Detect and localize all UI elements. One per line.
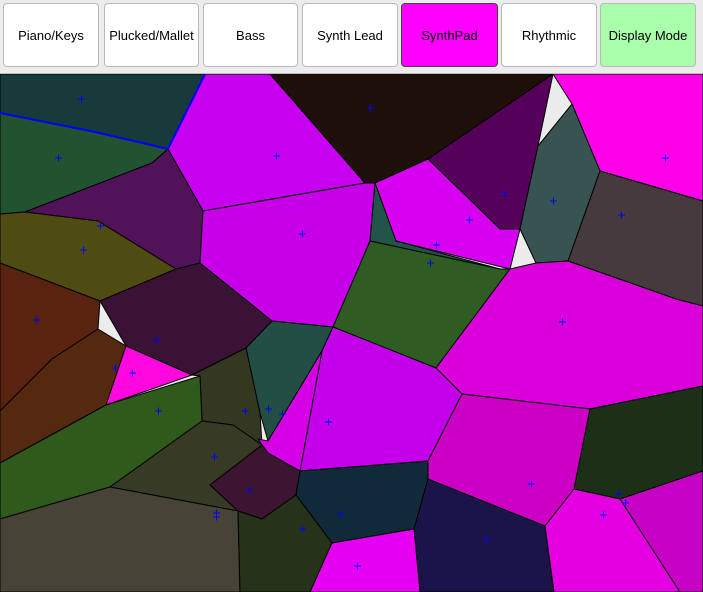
voronoi-pad-canvas[interactable] (0, 73, 703, 592)
voronoi-diagram[interactable] (0, 74, 703, 592)
synthpad-button[interactable]: SynthPad (401, 3, 498, 67)
synth-lead-button[interactable]: Synth Lead (302, 3, 398, 67)
display-mode-button[interactable]: Display Mode (600, 3, 696, 67)
instrument-toolbar: Piano/Keys Plucked/Mallet Bass Synth Lea… (0, 0, 703, 73)
bass-button[interactable]: Bass (203, 3, 298, 67)
rhythmic-button[interactable]: Rhythmic (501, 3, 597, 67)
piano-keys-button[interactable]: Piano/Keys (3, 3, 99, 67)
plucked-mallet-button[interactable]: Plucked/Mallet (104, 3, 199, 67)
